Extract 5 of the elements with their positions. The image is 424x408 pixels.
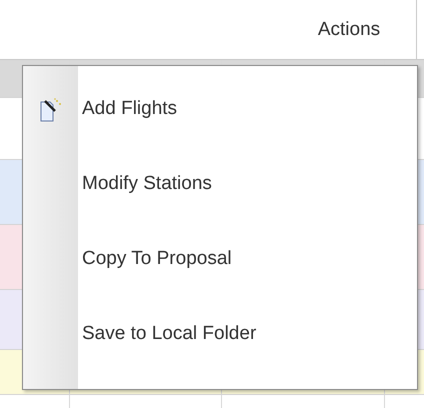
- page-wand-icon: [40, 98, 62, 122]
- menu-item[interactable]: Save to Local Folder: [23, 297, 417, 372]
- menu-item[interactable]: Copy To Proposal: [23, 222, 417, 297]
- menu-item[interactable]: Add Flights: [23, 72, 417, 147]
- menu-item[interactable]: Modify Stations: [23, 147, 417, 222]
